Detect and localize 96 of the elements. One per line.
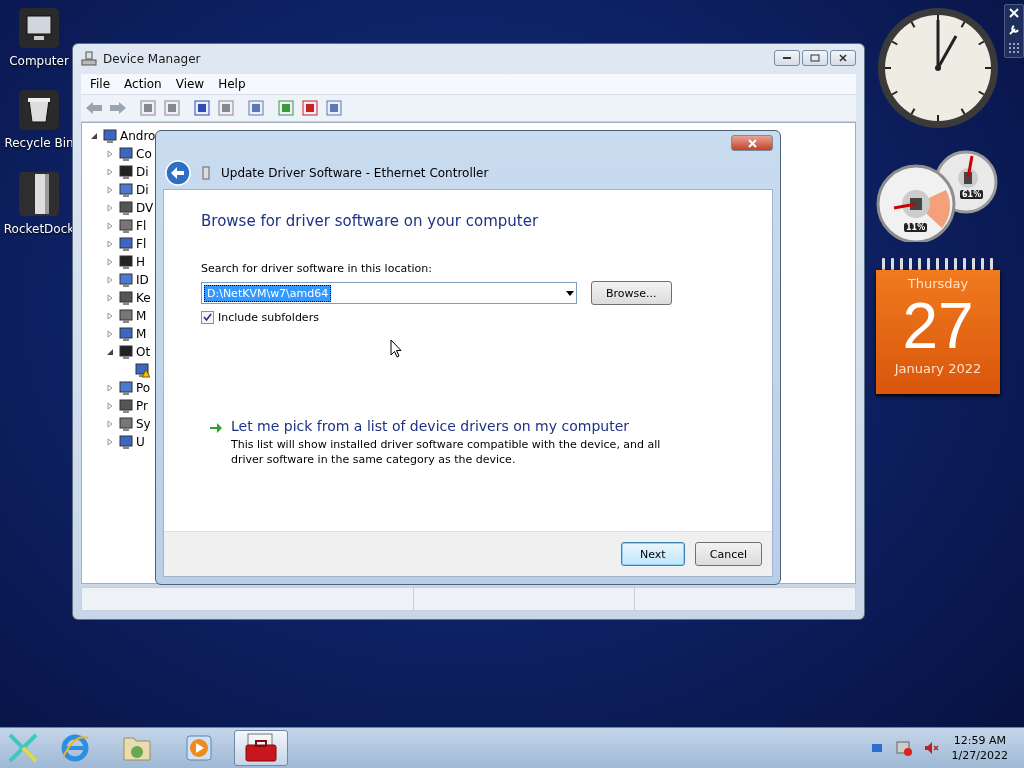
expand-arrow-icon[interactable] <box>106 330 114 338</box>
memory-reading: 61% <box>960 190 984 199</box>
close-icon <box>839 54 847 62</box>
expand-arrow-icon[interactable] <box>106 402 114 410</box>
network-icon[interactable] <box>869 741 884 755</box>
tree-item[interactable]: M <box>136 309 147 323</box>
dropdown-caret-icon[interactable] <box>566 290 574 296</box>
expand-arrow-icon[interactable] <box>106 204 114 212</box>
tree-item[interactable]: H <box>136 255 146 269</box>
desktop-icon-label[interactable]: Computer <box>9 54 69 68</box>
toolbar-icon[interactable] <box>247 99 265 117</box>
desktop-icon-label[interactable]: RocketDock <box>3 222 75 236</box>
minimize-icon <box>783 56 791 60</box>
dialog-title: Update Driver Software - Ethernet Controller <box>221 166 489 180</box>
toolbar-icon[interactable] <box>139 99 157 117</box>
menu-item[interactable]: Action <box>117 77 169 91</box>
tree-item[interactable]: M <box>136 327 147 341</box>
back-arrow-icon[interactable] <box>85 101 103 115</box>
back-button-icon[interactable] <box>165 160 191 186</box>
dialog-button[interactable]: Cancel <box>694 542 762 566</box>
expand-arrow-icon[interactable] <box>106 168 114 176</box>
device-error-icon[interactable] <box>895 740 912 756</box>
expand-arrow-icon[interactable] <box>106 258 114 266</box>
clock-date[interactable]: 1/27/2022 <box>951 748 1008 763</box>
start-button-icon[interactable] <box>6 731 40 765</box>
expand-arrow-icon[interactable] <box>106 276 114 284</box>
calendar-day: 27 <box>902 291 974 361</box>
browse-button[interactable]: Browse... <box>591 281 672 305</box>
collapse-arrow-icon[interactable] <box>90 132 98 140</box>
forward-arrow-icon[interactable] <box>109 101 127 115</box>
tree-item[interactable]: Sy <box>136 417 151 431</box>
toolbar-icon[interactable] <box>217 99 235 117</box>
collapse-arrow-icon[interactable] <box>106 348 114 356</box>
trash-bin-icon[interactable] <box>17 88 61 132</box>
tree-item[interactable]: Fl <box>136 219 147 233</box>
tree-item[interactable]: Di <box>136 165 149 179</box>
dock-icon[interactable] <box>17 170 61 218</box>
close-button[interactable] <box>731 135 773 151</box>
dialog-button[interactable]: Next <box>620 542 685 566</box>
tree-item[interactable]: U <box>136 435 145 449</box>
toolbox-icon <box>244 733 278 763</box>
menu-item[interactable]: View <box>168 77 212 91</box>
play-icon <box>185 734 213 762</box>
tree-item[interactable]: Di <box>136 183 149 197</box>
taskbar-button[interactable] <box>234 730 288 766</box>
expand-arrow-icon[interactable] <box>106 186 114 194</box>
toolbar-icon[interactable] <box>163 99 181 117</box>
tree-item[interactable]: ID <box>136 273 149 287</box>
menu-item[interactable]: File <box>83 77 118 91</box>
calendar-month: January 2022 <box>894 361 982 376</box>
maximize-icon <box>810 54 820 62</box>
browser-icon <box>60 733 90 763</box>
expand-arrow-icon[interactable] <box>106 222 114 230</box>
tree-item[interactable]: Ot <box>136 345 151 359</box>
dialog-heading: Browse for driver software on your computer <box>201 212 540 230</box>
expand-arrow-icon[interactable] <box>106 240 114 248</box>
include-subfolders-checkbox[interactable] <box>201 311 214 324</box>
tree-item[interactable]: Andro <box>120 129 156 143</box>
grip-icon[interactable] <box>1009 42 1019 54</box>
minimize-button[interactable] <box>774 50 800 66</box>
toolbar-icon[interactable] <box>277 99 295 117</box>
network-adapter-icon <box>201 166 211 180</box>
tree-item[interactable]: DV <box>136 201 154 215</box>
toolbar-icon[interactable] <box>325 99 343 117</box>
computer-tree-icon <box>81 51 97 67</box>
expand-arrow-icon[interactable] <box>106 294 114 302</box>
close-icon <box>747 138 757 148</box>
toolbar-icon[interactable] <box>301 99 319 117</box>
tree-item[interactable]: Pr <box>136 399 148 413</box>
window-title: Device Manager <box>103 52 201 66</box>
close-icon[interactable] <box>1009 8 1019 18</box>
cpu-reading: 11% <box>904 223 928 232</box>
location-label: Search for driver software in this location: <box>201 262 433 275</box>
expand-arrow-icon[interactable] <box>106 312 114 320</box>
close-button[interactable] <box>830 50 856 66</box>
expand-arrow-icon[interactable] <box>106 438 114 446</box>
arrow-icon <box>209 422 223 434</box>
muted-speaker-icon[interactable] <box>923 741 940 755</box>
link-description: This list will show installed driver software compatible with the device, and all driver software in the same category as the device. <box>231 437 662 467</box>
expand-arrow-icon[interactable] <box>106 150 114 158</box>
pick-driver-link[interactable]: Let me pick from a list of device drivers on my computer <box>231 418 691 434</box>
toolbar-icon[interactable] <box>193 99 211 117</box>
expand-arrow-icon[interactable] <box>106 420 114 428</box>
tree-item[interactable]: Po <box>136 381 151 395</box>
expand-arrow-icon[interactable] <box>106 384 114 392</box>
folder-icon <box>122 734 152 762</box>
tree-item[interactable]: Ke <box>136 291 151 305</box>
menu-item[interactable]: Help <box>211 77 253 91</box>
mouse-cursor-icon <box>390 339 402 358</box>
calendar-weekday: Thursday <box>907 276 969 291</box>
monitor-icon[interactable] <box>17 6 61 50</box>
tree-item[interactable]: Fl <box>136 237 147 251</box>
checkbox-label: Include subfolders <box>218 311 319 324</box>
wrench-icon[interactable] <box>1008 24 1020 36</box>
tree-item[interactable]: Co <box>136 147 152 161</box>
clock-time[interactable]: 12:59 AM <box>953 733 1006 748</box>
